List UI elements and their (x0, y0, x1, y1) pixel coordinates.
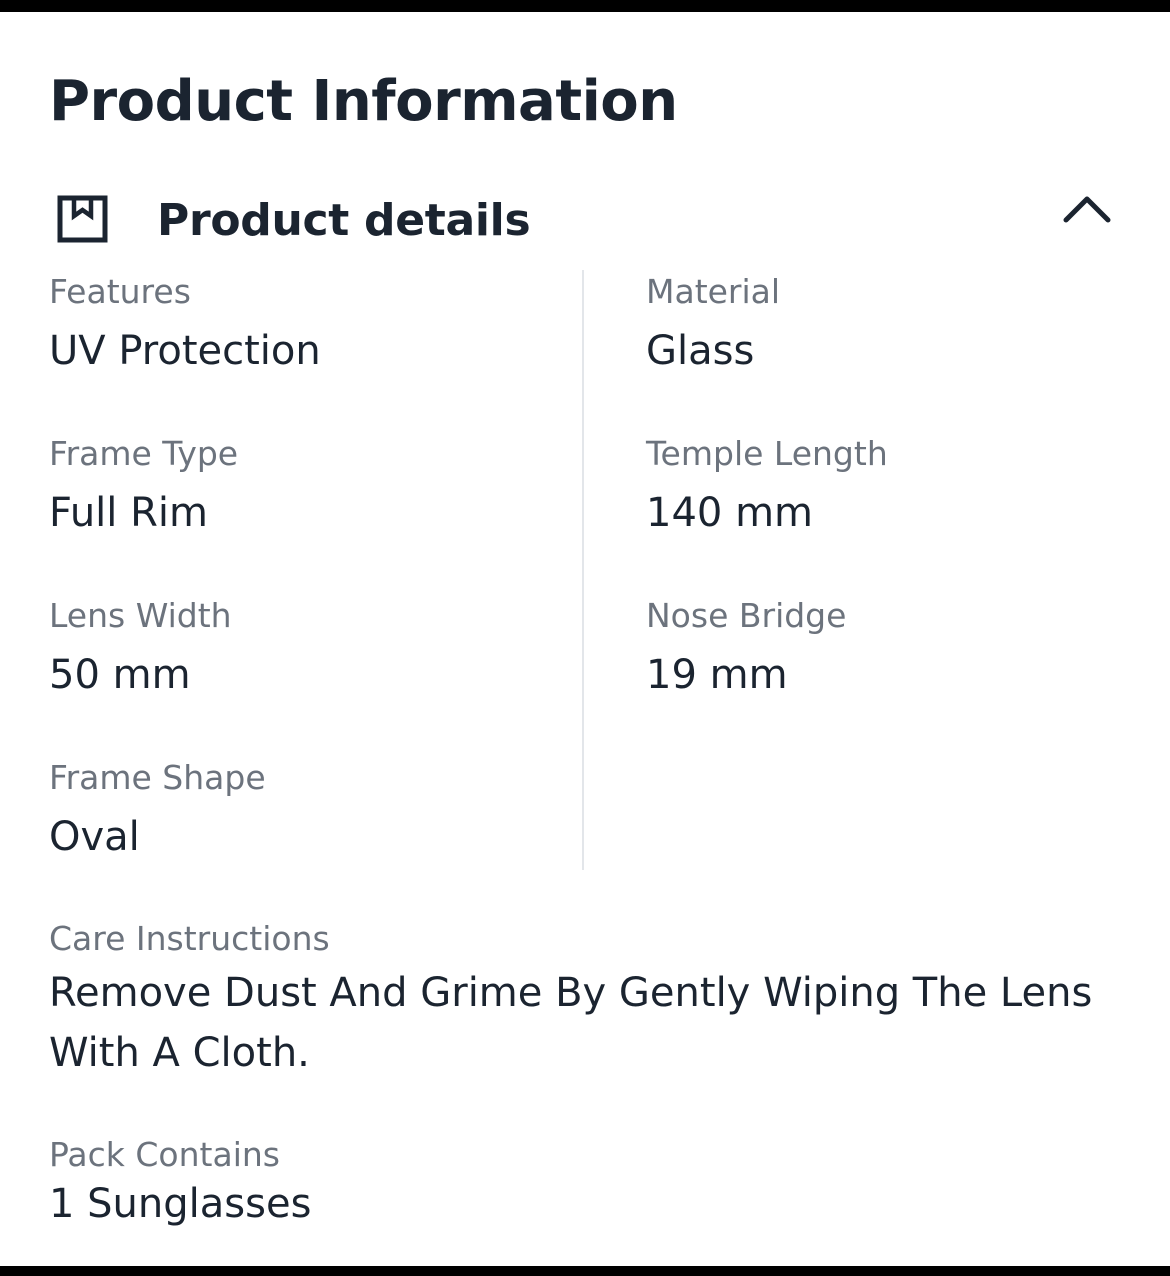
attribute-label: Pack Contains (49, 1135, 280, 1174)
attribute-lens-width: Lens Width 50 mm (49, 596, 232, 700)
attribute-value: 1 Sunglasses (49, 1181, 312, 1227)
attribute-label: Frame Shape (49, 758, 266, 797)
attribute-pack-contains: Pack Contains 1 Sunglasses (49, 1135, 311, 1229)
attribute-material: Material Glass (646, 272, 780, 376)
product-details-header[interactable]: Product details (0, 172, 1170, 252)
attribute-label: Lens Width (49, 596, 232, 635)
attribute-frame-shape: Frame Shape Oval (49, 758, 266, 862)
attribute-label: Temple Length (646, 434, 888, 473)
page-title: Product Information (49, 69, 678, 134)
chevron-up-icon[interactable] (1058, 188, 1116, 230)
attribute-value: Full Rim (49, 490, 208, 536)
attribute-label: Features (49, 272, 191, 311)
column-divider (582, 270, 584, 870)
attribute-value: 50 mm (49, 652, 191, 698)
bookmark-box-icon (57, 195, 111, 247)
attribute-frame-type: Frame Type Full Rim (49, 434, 238, 538)
section-title: Product details (157, 195, 531, 246)
attribute-value: Remove Dust And Grime By Gently Wiping T… (49, 970, 1093, 1076)
attribute-features: Features UV Protection (49, 272, 321, 376)
attribute-value: 140 mm (646, 490, 813, 536)
attribute-care-instructions: Care Instructions Remove Dust And Grime … (49, 919, 1119, 1083)
attribute-value: Glass (646, 328, 755, 374)
attribute-label: Material (646, 272, 781, 311)
attribute-nose-bridge: Nose Bridge 19 mm (646, 596, 846, 700)
product-information-panel: Product Information Product details Feat… (0, 12, 1170, 1266)
attribute-label: Nose Bridge (646, 596, 847, 635)
attribute-value: 19 mm (646, 652, 788, 698)
attribute-label: Frame Type (49, 434, 239, 473)
attribute-value: UV Protection (49, 328, 321, 374)
attribute-label: Care Instructions (49, 919, 330, 958)
attribute-value: Oval (49, 814, 140, 860)
attribute-temple-length: Temple Length 140 mm (646, 434, 888, 538)
